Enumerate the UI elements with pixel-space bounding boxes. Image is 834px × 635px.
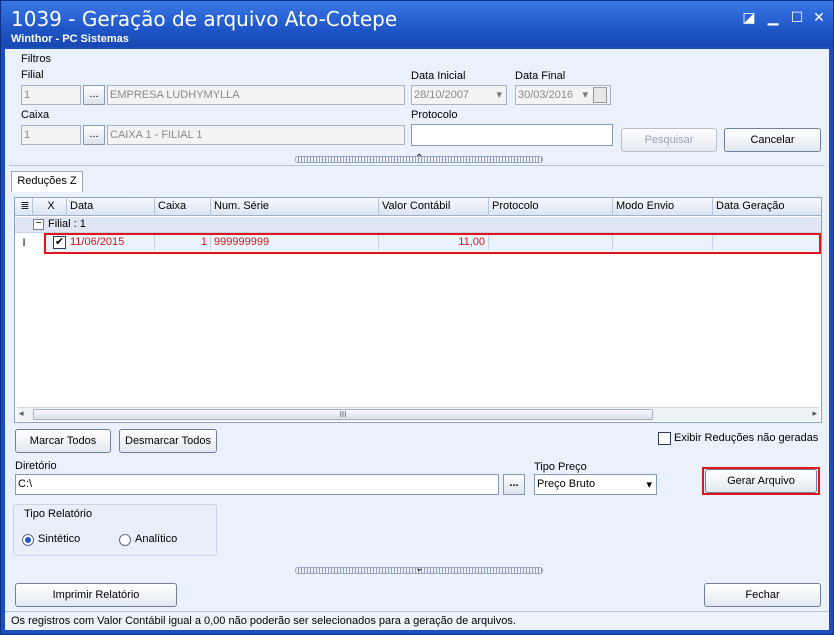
caixa-code-field[interactable]: 1 — [21, 125, 81, 145]
diretorio-input[interactable]: C:\ — [15, 474, 499, 495]
data-inicial-value: 28/10/2007 — [414, 89, 470, 101]
tipo-preco-value: Preço Bruto — [537, 478, 596, 490]
column-header-modo-envio[interactable]: Modo Envio — [613, 198, 713, 216]
tab-reducoes-z[interactable]: Reduções Z — [11, 171, 83, 192]
marcar-todos-button[interactable]: Marcar Todos — [15, 429, 111, 453]
scroll-left-icon[interactable]: ◂ — [19, 408, 24, 419]
chevron-down-icon[interactable]: ▾ — [646, 476, 652, 494]
chevron-down-icon[interactable]: ▾ — [496, 86, 502, 104]
fechar-button[interactable]: Fechar — [704, 583, 821, 607]
protocolo-label: Protocolo — [411, 109, 458, 121]
chevron-up-icon[interactable]: ⌃ — [415, 153, 423, 164]
app-window: 1039 - Geração de arquivo Ato-Cotepe Win… — [0, 0, 834, 635]
tipo-preco-label: Tipo Preço — [534, 461, 587, 473]
group-label: Filial : 1 — [48, 218, 86, 230]
row-highlight-outline — [44, 233, 821, 254]
filial-label: Filial — [21, 69, 44, 81]
column-header-data[interactable]: Data — [67, 198, 155, 216]
data-final-label: Data Final — [515, 70, 566, 82]
data-inicial-field[interactable]: 28/10/2007 ▾ — [411, 85, 507, 105]
group-row-filial[interactable]: − Filial : 1 — [15, 217, 821, 233]
column-chooser-icon[interactable]: ≣ — [15, 198, 33, 216]
calendar-icon[interactable] — [593, 87, 607, 103]
data-final-value: 30/03/2016 — [518, 89, 574, 101]
collapse-icon[interactable]: − — [33, 219, 44, 230]
status-bar: Os registros com Valor Contábil igual a … — [5, 611, 829, 630]
close-button[interactable]: ✕ — [811, 9, 827, 25]
gerar-arquivo-highlight — [702, 467, 820, 495]
maximize-button[interactable]: ☐ — [789, 9, 805, 25]
row-indicator: I — [22, 237, 26, 249]
tipo-relatorio-group: Tipo Relatório Sintético Analítico — [13, 504, 217, 556]
imprimir-relatorio-button[interactable]: Imprimir Relatório — [15, 583, 177, 607]
window-title: 1039 - Geração de arquivo Ato-Cotepe — [11, 7, 398, 31]
pesquisar-button[interactable]: Pesquisar — [621, 128, 717, 152]
scroll-thumb[interactable]: III — [33, 409, 653, 420]
caixa-lookup-button[interactable]: ... — [83, 125, 105, 145]
cancelar-button[interactable]: Cancelar — [724, 128, 821, 152]
column-header-valor-contabil[interactable]: Valor Contábil — [379, 198, 489, 216]
horizontal-scrollbar[interactable]: ◂ III ▸ — [17, 407, 819, 421]
filial-lookup-button[interactable]: ... — [83, 85, 105, 105]
exibir-reducoes-label[interactable]: Exibir Reduções não geradas — [674, 432, 818, 444]
data-inicial-label: Data Inicial — [411, 70, 466, 82]
reducoes-grid: ≣ X Data Caixa Num. Série Valor Contábil… — [14, 197, 822, 423]
window-subtitle: Winthor - PC Sistemas — [11, 33, 129, 45]
chevron-down-icon[interactable]: ⌄ — [415, 563, 423, 574]
caixa-label: Caixa — [21, 109, 50, 121]
minimize-button[interactable]: ▁ — [765, 9, 781, 25]
radio-analitico[interactable] — [119, 534, 131, 546]
tipo-relatorio-label: Tipo Relatório — [24, 508, 93, 520]
radio-sintetico[interactable] — [22, 534, 34, 546]
filial-code-field[interactable]: 1 — [21, 85, 81, 105]
scroll-right-icon[interactable]: ▸ — [812, 408, 817, 419]
protocolo-input[interactable] — [411, 124, 613, 146]
tipo-preco-select[interactable]: Preço Bruto ▾ — [534, 474, 657, 495]
column-header-data-geracao[interactable]: Data Geração — [713, 198, 821, 216]
data-final-field[interactable]: 30/03/2016 ▾ — [515, 85, 611, 105]
diretorio-browse-button[interactable]: ... — [503, 474, 525, 495]
column-header-x[interactable]: X — [33, 198, 67, 216]
column-header-caixa[interactable]: Caixa — [155, 198, 211, 216]
chevron-down-icon[interactable]: ▾ — [582, 86, 588, 104]
exibir-reducoes-checkbox[interactable] — [658, 432, 671, 445]
column-header-num-serie[interactable]: Num. Série — [211, 198, 379, 216]
window-client: Filtros Filial 1 ... EMPRESA LUDHYMYLLA … — [5, 49, 829, 630]
title-bar[interactable]: 1039 - Geração de arquivo Ato-Cotepe Win… — [1, 1, 833, 47]
restore-icon[interactable]: ◪ — [741, 9, 757, 25]
filial-name-field: EMPRESA LUDHYMYLLA — [107, 85, 405, 105]
desmarcar-todos-button[interactable]: Desmarcar Todos — [119, 429, 217, 453]
column-header-protocolo[interactable]: Protocolo — [489, 198, 613, 216]
sintetico-label[interactable]: Sintético — [38, 533, 80, 545]
diretorio-label: Diretório — [15, 460, 57, 472]
grid-header: ≣ X Data Caixa Num. Série Valor Contábil… — [15, 198, 821, 216]
analitico-label[interactable]: Analítico — [135, 533, 177, 545]
caixa-name-field: CAIXA 1 - FILIAL 1 — [107, 125, 405, 145]
filtros-label: Filtros — [21, 53, 51, 65]
divider — [9, 165, 825, 166]
